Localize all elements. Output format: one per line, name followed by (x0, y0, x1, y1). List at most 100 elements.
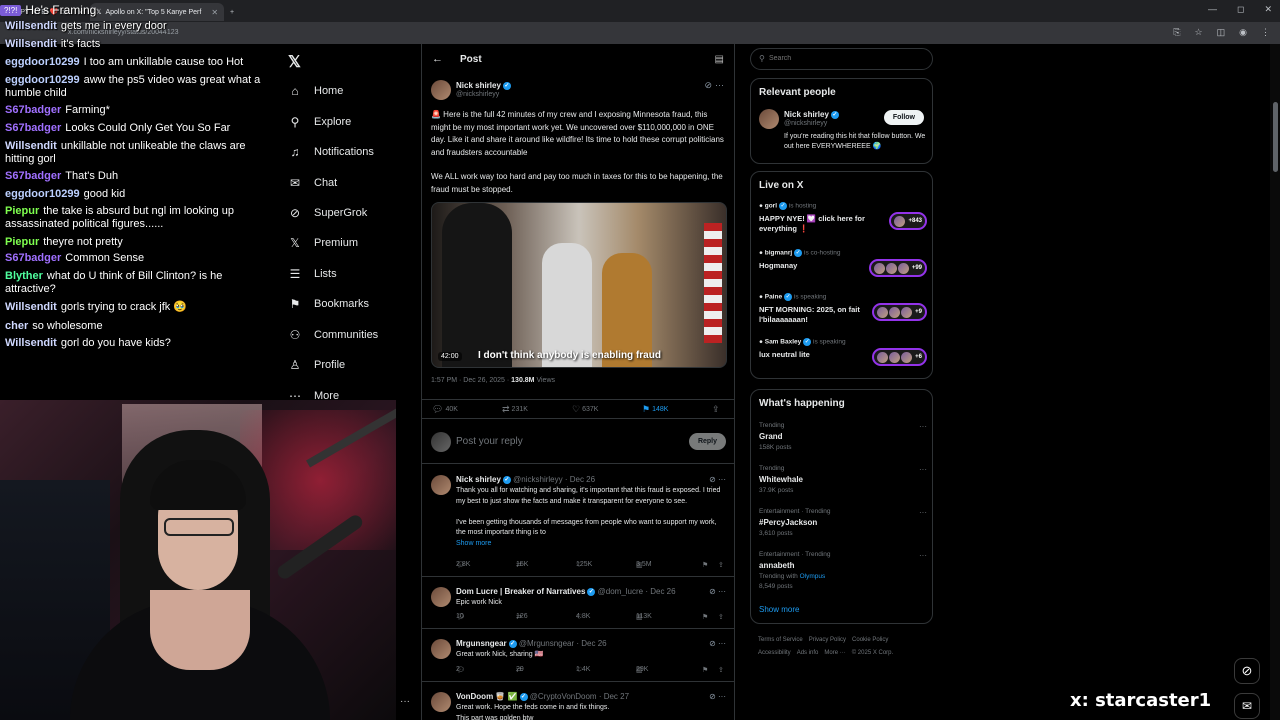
nav-item-bookmarks[interactable]: ⚑ Bookmarks (288, 295, 369, 313)
nav-item-premium[interactable]: 𝕏 Premium (288, 234, 358, 252)
more-options-icon[interactable]: ⊘ ··· (709, 692, 726, 701)
reply-avatar[interactable] (431, 692, 451, 712)
close-window-icon[interactable]: ✕ (1264, 4, 1272, 15)
bookmark-icon[interactable]: ⚑ (702, 561, 708, 569)
more-options-icon[interactable]: ⊘ ··· (709, 475, 726, 484)
live-listeners-pill[interactable]: +6 (872, 348, 927, 366)
trend-item[interactable]: Trending Whitewhale ··· 37.9K posts (759, 465, 927, 505)
reply-item[interactable]: Dom Lucre | Breaker of Narratives ✓ @dom_… (422, 579, 734, 629)
more-options-icon[interactable]: ··· (919, 465, 927, 474)
reply-item[interactable]: Nick shirley ✓ @nickshirleyy · Dec 26 ⊘ ··… (422, 467, 734, 577)
video-person-left (442, 203, 512, 367)
footer-link[interactable]: Cookie Policy (852, 637, 888, 643)
author-name[interactable]: Nick shirley ✓ (456, 81, 511, 90)
reply-button[interactable]: Reply (688, 433, 726, 450)
more-options-icon[interactable]: ⊘ ··· (709, 587, 726, 596)
relevant-person-name[interactable]: Nick shirley ✓ (784, 110, 839, 119)
nav-item-notifications[interactable]: ♫ Notifications (288, 143, 374, 161)
grok-icon[interactable]: ⊘ (704, 80, 712, 91)
live-space-item[interactable]: ● bigmanrj ✓ is co-hosting Hogmanay +99 (759, 249, 927, 287)
reply-avatar[interactable] (431, 475, 451, 495)
reply-author[interactable]: Mrgunsngear ✓ @Mrgunsngear · Dec 26 (456, 639, 607, 648)
footer-link[interactable]: Accessibility (758, 650, 791, 656)
post-video[interactable]: 42:00 I don't think anybody is enabling … (431, 202, 727, 368)
bookmark-icon[interactable]: ⚑ (702, 666, 708, 674)
show-more-link[interactable]: Show more (456, 540, 491, 547)
reply-input[interactable]: Post your reply (456, 436, 523, 447)
footer-link[interactable]: Privacy Policy (809, 637, 846, 643)
scrollbar-thumb[interactable] (1273, 102, 1278, 172)
repost-action[interactable]: ⇄ 231K (502, 404, 528, 415)
live-space-item[interactable]: ● Sam Baxley ✓ is speaking lux neutral lit… (759, 338, 927, 376)
footer-link[interactable]: Terms of Service (758, 637, 803, 643)
messages-fab-icon[interactable]: ✉ (1234, 693, 1260, 719)
nav-item-supergrok[interactable]: ⊘ SuperGrok (288, 204, 367, 222)
footer-link[interactable]: Ads info (797, 650, 819, 656)
search-box[interactable]: ⚲ (750, 48, 933, 70)
relevant-person-avatar[interactable] (759, 109, 779, 129)
video-caption: I don't think anybody is enabling fraud (478, 350, 661, 361)
live-title: NFT MORNING: 2025, on fait l'bilaaaaaaan… (759, 305, 860, 324)
trend-item[interactable]: Entertainment · Trending annabeth ··· Trend… (759, 551, 927, 591)
trend-name: #PercyJackson (759, 518, 818, 527)
nav-item-explore[interactable]: ⚲ Explore (288, 113, 352, 131)
footer-link[interactable]: More ··· (824, 650, 845, 656)
share-action[interactable]: ⇪ (712, 404, 720, 415)
author-avatar[interactable] (431, 80, 451, 100)
like-action[interactable]: ♡ 637K (572, 404, 598, 415)
maximize-icon[interactable]: ◻ (1237, 4, 1244, 15)
more-options-icon[interactable]: ⊘ ··· (709, 639, 726, 648)
reply-author-name: Dom Lucre | Breaker of Narratives (456, 587, 586, 596)
author-handle[interactable]: @nickshirleyy (456, 91, 499, 98)
more-options-icon[interactable]: ··· (919, 551, 927, 560)
live-space-item[interactable]: ● Paine ✓ is speaking NFT MORNING: 2025, o… (759, 293, 927, 331)
live-listeners-pill[interactable]: +843 (889, 212, 927, 230)
back-arrow-icon[interactable]: ← (432, 53, 443, 65)
more-options-icon[interactable]: ··· (919, 422, 927, 431)
bookmark-icon[interactable]: ⚑ (702, 613, 708, 621)
x-logo-icon[interactable]: 𝕏 (288, 52, 301, 72)
live-listeners-pill[interactable]: +9 (872, 303, 927, 321)
reply-author[interactable]: VonDoom 🥃 ✅ ✓ @CryptoVonDoom · Dec 27 (456, 692, 629, 701)
bookmark-star-icon[interactable]: ☆ (1195, 27, 1203, 38)
profile-icon[interactable]: ◉ (1239, 27, 1247, 38)
post-views: 130.8M (511, 377, 535, 384)
trend-with-link[interactable]: Olympus (800, 573, 826, 580)
reply-avatar[interactable] (431, 639, 451, 659)
sidepanel-icon[interactable]: ◫ (1217, 27, 1226, 38)
grok-fab-icon[interactable]: ⊘ (1234, 658, 1260, 684)
reader-icon[interactable]: ▤ (715, 54, 724, 65)
premium-icon: 𝕏 (290, 236, 300, 250)
more-options-icon[interactable]: ··· (715, 80, 724, 90)
nav-item-lists[interactable]: ☰ Lists (288, 265, 337, 283)
reply-item[interactable]: VonDoom 🥃 ✅ ✓ @CryptoVonDoom · Dec 27 ⊘ ··… (422, 684, 734, 720)
more-dots-icon[interactable]: ··· (400, 696, 410, 707)
menu-icon[interactable]: ⋮ (1261, 27, 1270, 38)
live-space-item[interactable]: ● gorl ✓ is hosting HAPPY NYE! 💟 click her… (759, 202, 927, 240)
show-more-link[interactable]: Show more (759, 605, 799, 614)
reply-avatar[interactable] (431, 587, 451, 607)
nav-item-communities[interactable]: ⚇ Communities (288, 326, 379, 344)
reply-action[interactable]: 💬︎ 40K (432, 404, 458, 415)
search-input[interactable] (769, 55, 919, 62)
footer-link[interactable]: © 2025 X Corp. (852, 650, 893, 656)
share-icon[interactable]: ⇪ (718, 561, 724, 569)
more-options-icon[interactable]: ··· (919, 508, 927, 517)
bookmark-action[interactable]: ⚑ 148K (642, 404, 668, 415)
reply-author[interactable]: Dom Lucre | Breaker of Narratives ✓ @dom_… (456, 587, 676, 596)
nav-item-home[interactable]: ⌂ Home (288, 82, 343, 100)
live-listeners-pill[interactable]: +99 (868, 259, 927, 277)
install-icon[interactable]: ⎘ (1173, 27, 1180, 38)
share-icon[interactable]: ⇪ (718, 613, 724, 621)
share-icon[interactable]: ⇪ (718, 666, 724, 674)
minimize-icon[interactable]: — (1208, 4, 1217, 15)
post-timestamp[interactable]: 1:57 PM · Dec 26, 2025 · (431, 377, 511, 384)
nav-item-profile[interactable]: ♙ Profile (288, 356, 346, 374)
scrollbar[interactable] (1270, 44, 1280, 720)
nav-item-chat[interactable]: ✉ Chat (288, 174, 337, 192)
trend-item[interactable]: Trending Grand ··· 158K posts (759, 422, 927, 462)
reply-author[interactable]: Nick shirley ✓ @nickshirleyy · Dec 26 (456, 475, 595, 484)
follow-button[interactable]: Follow (883, 110, 924, 125)
reply-item[interactable]: Mrgunsngear ✓ @Mrgunsngear · Dec 26 ⊘ ··· G… (422, 631, 734, 682)
trend-item[interactable]: Entertainment · Trending #PercyJackson ···… (759, 508, 927, 548)
